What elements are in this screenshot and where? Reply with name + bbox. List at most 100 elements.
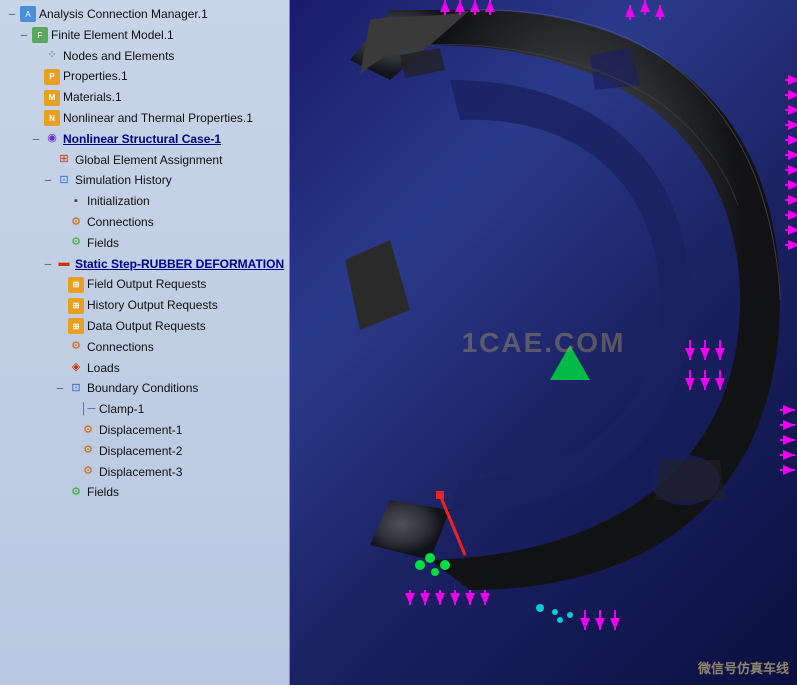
tree-container: ─AAnalysis Connection Manager.1─FFinite …	[0, 0, 289, 507]
tree-item-boundary-conditions[interactable]: ─⊡Boundary Conditions	[2, 378, 287, 399]
expand-icon[interactable]	[54, 320, 66, 332]
tree-item-label: Initialization	[87, 193, 150, 210]
tree-item-connections-1[interactable]: ⚙Connections	[2, 212, 287, 233]
tree-item-static-step[interactable]: ─▬Static Step-RUBBER DEFORMATION	[2, 254, 287, 275]
3d-model-svg	[290, 0, 797, 685]
output-icon: ⊞	[68, 318, 84, 334]
expand-icon[interactable]	[54, 341, 66, 353]
tree-item-label: Fields	[87, 484, 119, 501]
tree-item-initialization[interactable]: ▪Initialization	[2, 191, 287, 212]
expand-icon[interactable]	[54, 362, 66, 374]
expand-icon[interactable]	[66, 404, 78, 416]
expand-icon[interactable]: ─	[54, 383, 66, 395]
tree-item-label: Global Element Assignment	[75, 152, 222, 169]
3d-viewport[interactable]: 1CAE.COM 微信号仿真车线	[290, 0, 797, 685]
field-icon: ⚙	[68, 235, 84, 251]
expand-icon[interactable]	[54, 279, 66, 291]
expand-icon[interactable]	[54, 300, 66, 312]
expand-icon[interactable]	[54, 216, 66, 228]
tree-item-displacement-1[interactable]: ⚙Displacement-1	[2, 420, 287, 441]
tree-item-nodes-elements[interactable]: ⁘Nodes and Elements	[2, 46, 287, 67]
expand-icon[interactable]	[66, 445, 78, 457]
fem-icon: F	[32, 27, 48, 43]
tree-item-global-element[interactable]: ⊞Global Element Assignment	[2, 150, 287, 171]
tree-item-label: Static Step-RUBBER DEFORMATION	[75, 256, 284, 273]
tree-item-displacement-3[interactable]: ⚙Displacement-3	[2, 462, 287, 483]
tree-item-label: Fields	[87, 235, 119, 252]
nodes-icon: ⁘	[44, 48, 60, 64]
tree-item-nonlinear-thermal[interactable]: NNonlinear and Thermal Properties.1	[2, 108, 287, 129]
tree-item-finite-element[interactable]: ─FFinite Element Model.1	[2, 25, 287, 46]
tree-item-label: Displacement-2	[99, 443, 182, 460]
expand-icon[interactable]: ─	[30, 133, 42, 145]
tree-item-label: Nodes and Elements	[63, 48, 174, 65]
tree-panel: ─AAnalysis Connection Manager.1─FFinite …	[0, 0, 290, 685]
case-icon: ◉	[44, 131, 60, 147]
clamp-icon: │─	[80, 402, 96, 418]
tree-item-loads[interactable]: ◈Loads	[2, 358, 287, 379]
output-icon: ⊞	[68, 277, 84, 293]
expand-icon[interactable]: ─	[6, 8, 18, 20]
tree-item-label: Properties.1	[63, 68, 128, 85]
tree-item-data-output[interactable]: ⊞Data Output Requests	[2, 316, 287, 337]
tree-item-label: Displacement-1	[99, 422, 182, 439]
tree-item-connections-2[interactable]: ⚙Connections	[2, 337, 287, 358]
tree-item-label: Connections	[87, 214, 154, 231]
disp-icon: ⚙	[80, 443, 96, 459]
tree-item-label: Boundary Conditions	[87, 380, 198, 397]
tree-item-label: Clamp-1	[99, 401, 144, 418]
output-icon: ⊞	[68, 298, 84, 314]
field-icon: ⚙	[68, 485, 84, 501]
expand-icon[interactable]	[54, 237, 66, 249]
expand-icon[interactable]	[30, 50, 42, 62]
tree-item-label: Field Output Requests	[87, 276, 206, 293]
expand-icon[interactable]	[54, 196, 66, 208]
expand-icon[interactable]: ─	[18, 29, 30, 41]
global-icon: ⊞	[56, 152, 72, 168]
tree-item-history-output[interactable]: ⊞History Output Requests	[2, 295, 287, 316]
tree-item-label: Nonlinear Structural Case-1	[63, 131, 221, 148]
tree-item-clamp-1[interactable]: │─Clamp-1	[2, 399, 287, 420]
tree-item-label: Loads	[87, 360, 120, 377]
tree-item-label: Connections	[87, 339, 154, 356]
analysis-icon: A	[20, 6, 36, 22]
prop-icon: P	[44, 69, 60, 85]
init-icon: ▪	[68, 194, 84, 210]
tree-item-label: Nonlinear and Thermal Properties.1	[63, 110, 253, 127]
conn-icon: ⚙	[68, 339, 84, 355]
tree-item-label: Materials.1	[63, 89, 122, 106]
static-icon: ▬	[56, 256, 72, 272]
expand-icon[interactable]	[42, 154, 54, 166]
expand-icon[interactable]	[30, 112, 42, 124]
expand-icon[interactable]	[30, 71, 42, 83]
expand-icon[interactable]	[66, 466, 78, 478]
bottom-watermark: 微信号仿真车线	[698, 658, 789, 677]
tree-item-label: Displacement-3	[99, 464, 182, 481]
nonlin-icon: N	[44, 110, 60, 126]
tree-item-simulation-history[interactable]: ─⊡Simulation History	[2, 170, 287, 191]
tree-item-label: Analysis Connection Manager.1	[39, 6, 208, 23]
load-icon: ◈	[68, 360, 84, 376]
tree-item-label: History Output Requests	[87, 297, 218, 314]
tree-item-field-output[interactable]: ⊞Field Output Requests	[2, 274, 287, 295]
tree-item-label: Finite Element Model.1	[51, 27, 174, 44]
expand-icon[interactable]: ─	[42, 258, 54, 270]
tree-item-nonlinear-case[interactable]: ─◉Nonlinear Structural Case-1	[2, 129, 287, 150]
disp-icon: ⚙	[80, 464, 96, 480]
tree-item-analysis-connection[interactable]: ─AAnalysis Connection Manager.1	[2, 4, 287, 25]
tree-item-fields-1[interactable]: ⚙Fields	[2, 233, 287, 254]
conn-icon: ⚙	[68, 214, 84, 230]
tree-item-fields-2[interactable]: ⚙Fields	[2, 482, 287, 503]
expand-icon[interactable]	[54, 487, 66, 499]
tree-item-properties[interactable]: PProperties.1	[2, 66, 287, 87]
expand-icon[interactable]	[66, 424, 78, 436]
tree-item-displacement-2[interactable]: ⚙Displacement-2	[2, 441, 287, 462]
expand-icon[interactable]	[30, 92, 42, 104]
tree-item-materials[interactable]: MMaterials.1	[2, 87, 287, 108]
mat-icon: M	[44, 90, 60, 106]
disp-icon: ⚙	[80, 422, 96, 438]
sim-icon: ⊡	[56, 173, 72, 189]
expand-icon[interactable]: ─	[42, 175, 54, 187]
bc-icon: ⊡	[68, 381, 84, 397]
tree-item-label: Data Output Requests	[87, 318, 206, 335]
